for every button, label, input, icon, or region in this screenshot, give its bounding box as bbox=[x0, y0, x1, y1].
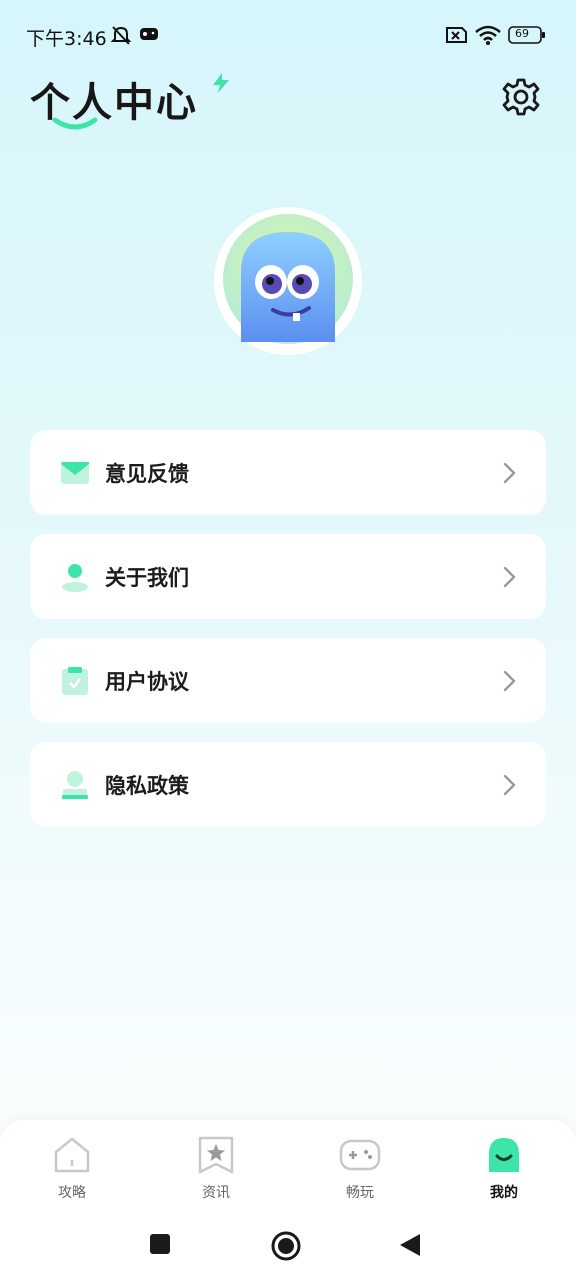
recent-apps-square-icon[interactable] bbox=[148, 1232, 172, 1260]
menu-item-label: 用户协议 bbox=[105, 670, 189, 694]
menu-item-privacy-policy[interactable]: 隐私政策 bbox=[30, 742, 546, 827]
envelope-icon bbox=[60, 458, 90, 488]
gear-icon bbox=[501, 77, 541, 121]
nav-item-news[interactable]: 资讯 bbox=[171, 1136, 261, 1212]
menu-item-feedback[interactable]: 意见反馈 bbox=[30, 430, 546, 515]
chevron-right-icon bbox=[502, 670, 516, 696]
avatar[interactable] bbox=[214, 207, 362, 355]
status-bar: 下午3:46 69 bbox=[0, 0, 576, 72]
menu-item-about[interactable]: 关于我们 bbox=[30, 534, 546, 619]
back-triangle-icon[interactable] bbox=[398, 1232, 422, 1262]
person-icon bbox=[60, 562, 90, 592]
page-title-logo: 个人中心 bbox=[30, 70, 240, 130]
nav-label: 我的 bbox=[490, 1185, 518, 1201]
nav-label: 资讯 bbox=[202, 1185, 230, 1201]
star-bookmark-icon bbox=[171, 1136, 261, 1178]
smile-decoration-icon bbox=[52, 116, 98, 136]
smile-face-icon bbox=[459, 1136, 549, 1178]
lightning-icon bbox=[210, 72, 232, 98]
nav-item-mine[interactable]: 我的 bbox=[459, 1136, 549, 1212]
bottom-nav: 攻略 资讯 畅玩 我的 bbox=[0, 1120, 576, 1216]
battery-level: 69 bbox=[515, 27, 529, 40]
nav-item-guides[interactable]: 攻略 bbox=[27, 1136, 117, 1212]
gamepad-icon bbox=[315, 1136, 405, 1178]
home-icon bbox=[27, 1136, 117, 1178]
nav-label: 攻略 bbox=[58, 1185, 86, 1201]
nav-item-play[interactable]: 畅玩 bbox=[315, 1136, 405, 1212]
settings-button[interactable] bbox=[498, 76, 544, 122]
wifi-icon bbox=[474, 24, 502, 50]
chevron-right-icon bbox=[502, 774, 516, 800]
mute-bell-icon bbox=[110, 24, 132, 50]
chevron-right-icon bbox=[502, 566, 516, 592]
menu-item-label: 关于我们 bbox=[105, 566, 189, 590]
chevron-right-icon bbox=[502, 462, 516, 488]
menu-item-user-agreement[interactable]: 用户协议 bbox=[30, 638, 546, 723]
home-circle-icon[interactable] bbox=[270, 1230, 302, 1266]
menu-item-label: 隐私政策 bbox=[105, 774, 189, 798]
menu-list: 意见反馈 关于我们 用户协议 隐私政策 bbox=[30, 430, 546, 846]
clipboard-icon bbox=[60, 666, 90, 696]
system-nav-bar bbox=[0, 1216, 576, 1280]
status-time: 下午3:46 bbox=[26, 28, 107, 50]
gamepad-icon bbox=[139, 24, 159, 48]
nav-label: 畅玩 bbox=[346, 1185, 374, 1201]
menu-item-label: 意见反馈 bbox=[105, 462, 189, 486]
blue-monster-avatar-icon bbox=[221, 212, 355, 350]
user-stamp-icon bbox=[60, 770, 90, 800]
battery-icon: 69 bbox=[508, 24, 546, 50]
sim-off-icon bbox=[444, 24, 468, 50]
